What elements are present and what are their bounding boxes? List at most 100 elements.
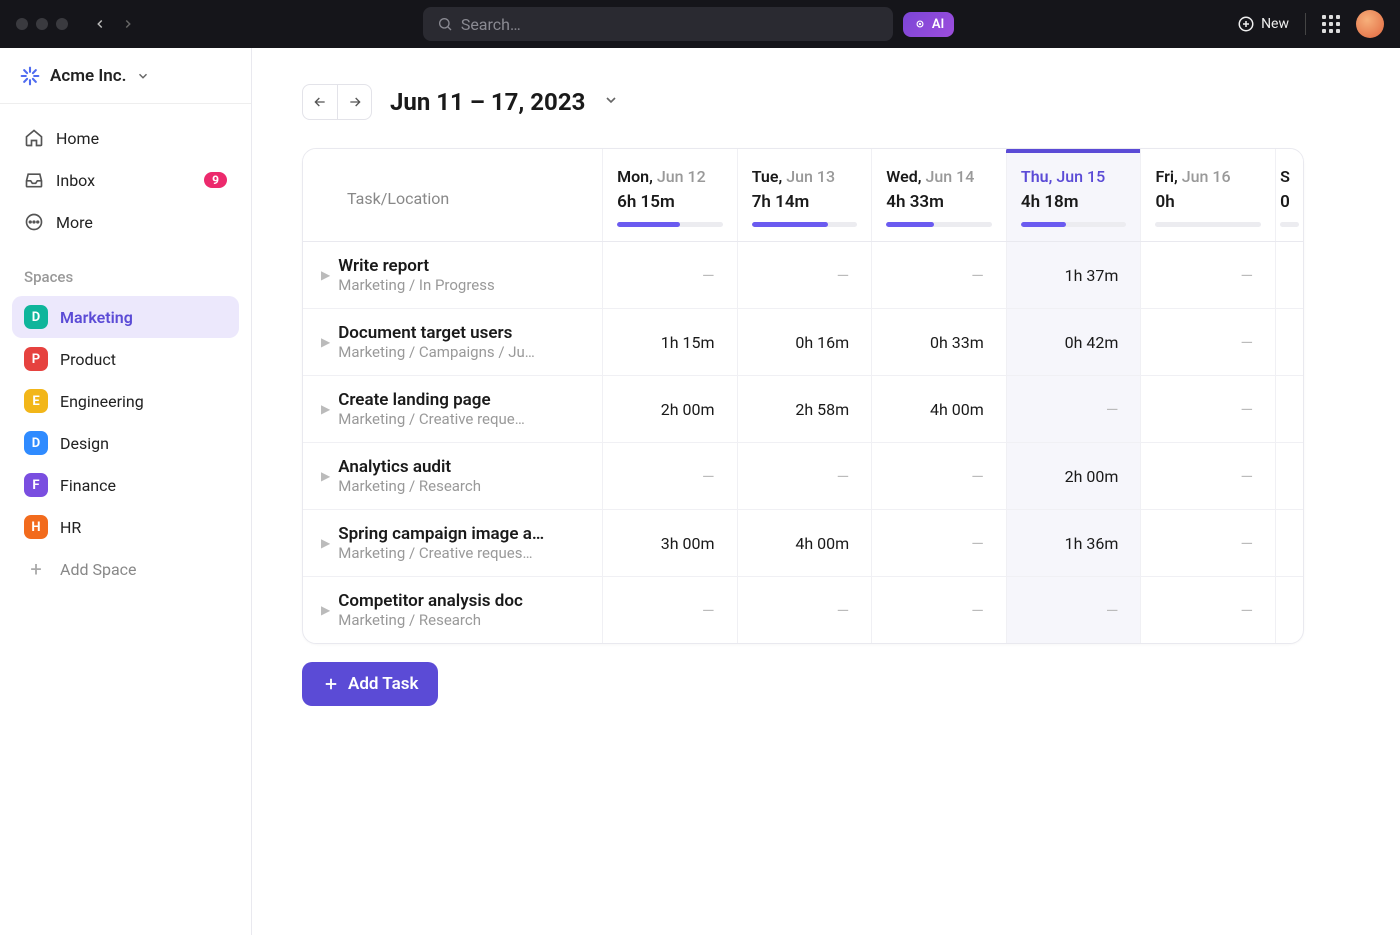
maximize-dot[interactable]	[56, 18, 68, 30]
task-cell[interactable]: ▶ Write report Marketing / In Progress	[303, 242, 602, 308]
caret-right-icon[interactable]: ▶	[321, 603, 330, 617]
task-cell[interactable]: ▶ Spring campaign image a… Marketing / C…	[303, 510, 602, 576]
time-cell[interactable]: —	[1140, 376, 1275, 442]
time-cell[interactable]: 2h 00m	[1006, 443, 1141, 509]
time-cell[interactable]: —	[1140, 510, 1275, 576]
nav-item-label: More	[56, 213, 93, 232]
day-column-header-partial: S0	[1275, 149, 1303, 241]
day-column-header[interactable]: Fri, Jun 16 0h	[1140, 149, 1275, 241]
task-title: Create landing page	[338, 390, 525, 410]
day-label: Wed, Jun 14	[886, 167, 992, 186]
day-progress-bar	[617, 222, 723, 227]
history-nav	[88, 12, 140, 36]
time-cell[interactable]: —	[1140, 443, 1275, 509]
time-cell[interactable]: —	[1140, 309, 1275, 375]
nav-item-home[interactable]: Home	[12, 118, 239, 158]
time-cell[interactable]: 1h 15m	[602, 309, 737, 375]
task-title: Competitor analysis doc	[338, 591, 523, 611]
time-cell[interactable]: —	[602, 242, 737, 308]
task-cell[interactable]: ▶ Create landing page Marketing / Creati…	[303, 376, 602, 442]
minimize-dot[interactable]	[36, 18, 48, 30]
nav-item-inbox[interactable]: Inbox 9	[12, 160, 239, 200]
time-cell[interactable]: —	[737, 577, 872, 643]
search-input[interactable]: Search…	[423, 7, 893, 41]
time-cell[interactable]: 2h 00m	[602, 376, 737, 442]
time-cell[interactable]: —	[871, 443, 1006, 509]
time-cell[interactable]: —	[1140, 577, 1275, 643]
time-cell-partial	[1275, 510, 1303, 576]
inbox-badge: 9	[204, 172, 227, 188]
time-cell[interactable]: 4h 00m	[871, 376, 1006, 442]
space-item-finance[interactable]: F Finance	[12, 464, 239, 506]
space-label: Finance	[60, 476, 116, 495]
nav-item-more[interactable]: More	[12, 202, 239, 242]
forward-button[interactable]	[116, 12, 140, 36]
time-cell[interactable]: —	[871, 510, 1006, 576]
back-button[interactable]	[88, 12, 112, 36]
task-cell[interactable]: ▶ Analytics audit Marketing / Research	[303, 443, 602, 509]
home-icon	[24, 128, 44, 148]
time-cell[interactable]: —	[1006, 577, 1141, 643]
time-cell[interactable]: —	[602, 577, 737, 643]
space-item-marketing[interactable]: D Marketing	[12, 296, 239, 338]
caret-right-icon[interactable]: ▶	[321, 335, 330, 349]
time-cell[interactable]: —	[871, 242, 1006, 308]
space-item-engineering[interactable]: E Engineering	[12, 380, 239, 422]
day-column-header[interactable]: Tue, Jun 13 7h 14m	[737, 149, 872, 241]
caret-right-icon[interactable]: ▶	[321, 402, 330, 416]
time-cell[interactable]: —	[871, 577, 1006, 643]
ai-button[interactable]: AI	[903, 12, 954, 37]
space-avatar: H	[24, 515, 48, 539]
window-controls	[16, 18, 68, 30]
time-cell[interactable]: 1h 36m	[1006, 510, 1141, 576]
time-cell[interactable]: —	[737, 242, 872, 308]
time-cell[interactable]: 4h 00m	[737, 510, 872, 576]
space-avatar: E	[24, 389, 48, 413]
date-range-dropdown[interactable]	[603, 92, 619, 112]
day-column-header[interactable]: Thu, Jun 15 4h 18m	[1006, 149, 1141, 241]
space-item-hr[interactable]: H HR	[12, 506, 239, 548]
caret-right-icon[interactable]: ▶	[321, 469, 330, 483]
time-cell[interactable]: 1h 37m	[1006, 242, 1141, 308]
new-button[interactable]: New	[1237, 15, 1289, 33]
main-content: Jun 11 – 17, 2023 Task/LocationMon, Jun …	[252, 48, 1400, 935]
day-progress-bar	[886, 222, 992, 227]
avatar[interactable]	[1356, 10, 1384, 38]
day-column-header[interactable]: Mon, Jun 12 6h 15m	[602, 149, 737, 241]
space-item-product[interactable]: P Product	[12, 338, 239, 380]
add-space-button[interactable]: + Add Space	[12, 548, 239, 590]
search-icon	[437, 16, 453, 32]
time-cell[interactable]: —	[1140, 242, 1275, 308]
space-label: HR	[60, 518, 81, 537]
plus-icon: +	[24, 557, 48, 581]
workspace-switcher[interactable]: Acme Inc.	[0, 48, 251, 104]
prev-week-button[interactable]	[303, 85, 337, 119]
add-space-label: Add Space	[60, 560, 137, 579]
titlebar: Search… AI New	[0, 0, 1400, 48]
more-icon	[24, 212, 44, 232]
time-cell[interactable]: —	[1006, 376, 1141, 442]
time-cell[interactable]: 2h 58m	[737, 376, 872, 442]
add-task-button[interactable]: Add Task	[302, 662, 438, 706]
time-cell[interactable]: —	[737, 443, 872, 509]
time-cell[interactable]: 0h 16m	[737, 309, 872, 375]
time-cell[interactable]: 0h 33m	[871, 309, 1006, 375]
time-cell[interactable]: 3h 00m	[602, 510, 737, 576]
close-dot[interactable]	[16, 18, 28, 30]
apps-menu-icon[interactable]	[1322, 15, 1340, 33]
space-item-design[interactable]: D Design	[12, 422, 239, 464]
time-cell-partial	[1275, 242, 1303, 308]
task-cell[interactable]: ▶ Document target users Marketing / Camp…	[303, 309, 602, 375]
time-cell[interactable]: —	[602, 443, 737, 509]
caret-right-icon[interactable]: ▶	[321, 268, 330, 282]
task-path: Marketing / Research	[338, 477, 481, 495]
sidebar: Acme Inc. Home Inbox 9 More Spaces D Mar…	[0, 48, 252, 935]
task-title: Analytics audit	[338, 457, 481, 477]
time-cell[interactable]: 0h 42m	[1006, 309, 1141, 375]
day-label: Thu, Jun 15	[1021, 167, 1127, 186]
task-cell[interactable]: ▶ Competitor analysis doc Marketing / Re…	[303, 577, 602, 643]
ai-label: AI	[932, 17, 944, 32]
next-week-button[interactable]	[337, 85, 371, 119]
caret-right-icon[interactable]: ▶	[321, 536, 330, 550]
day-column-header[interactable]: Wed, Jun 14 4h 33m	[871, 149, 1006, 241]
